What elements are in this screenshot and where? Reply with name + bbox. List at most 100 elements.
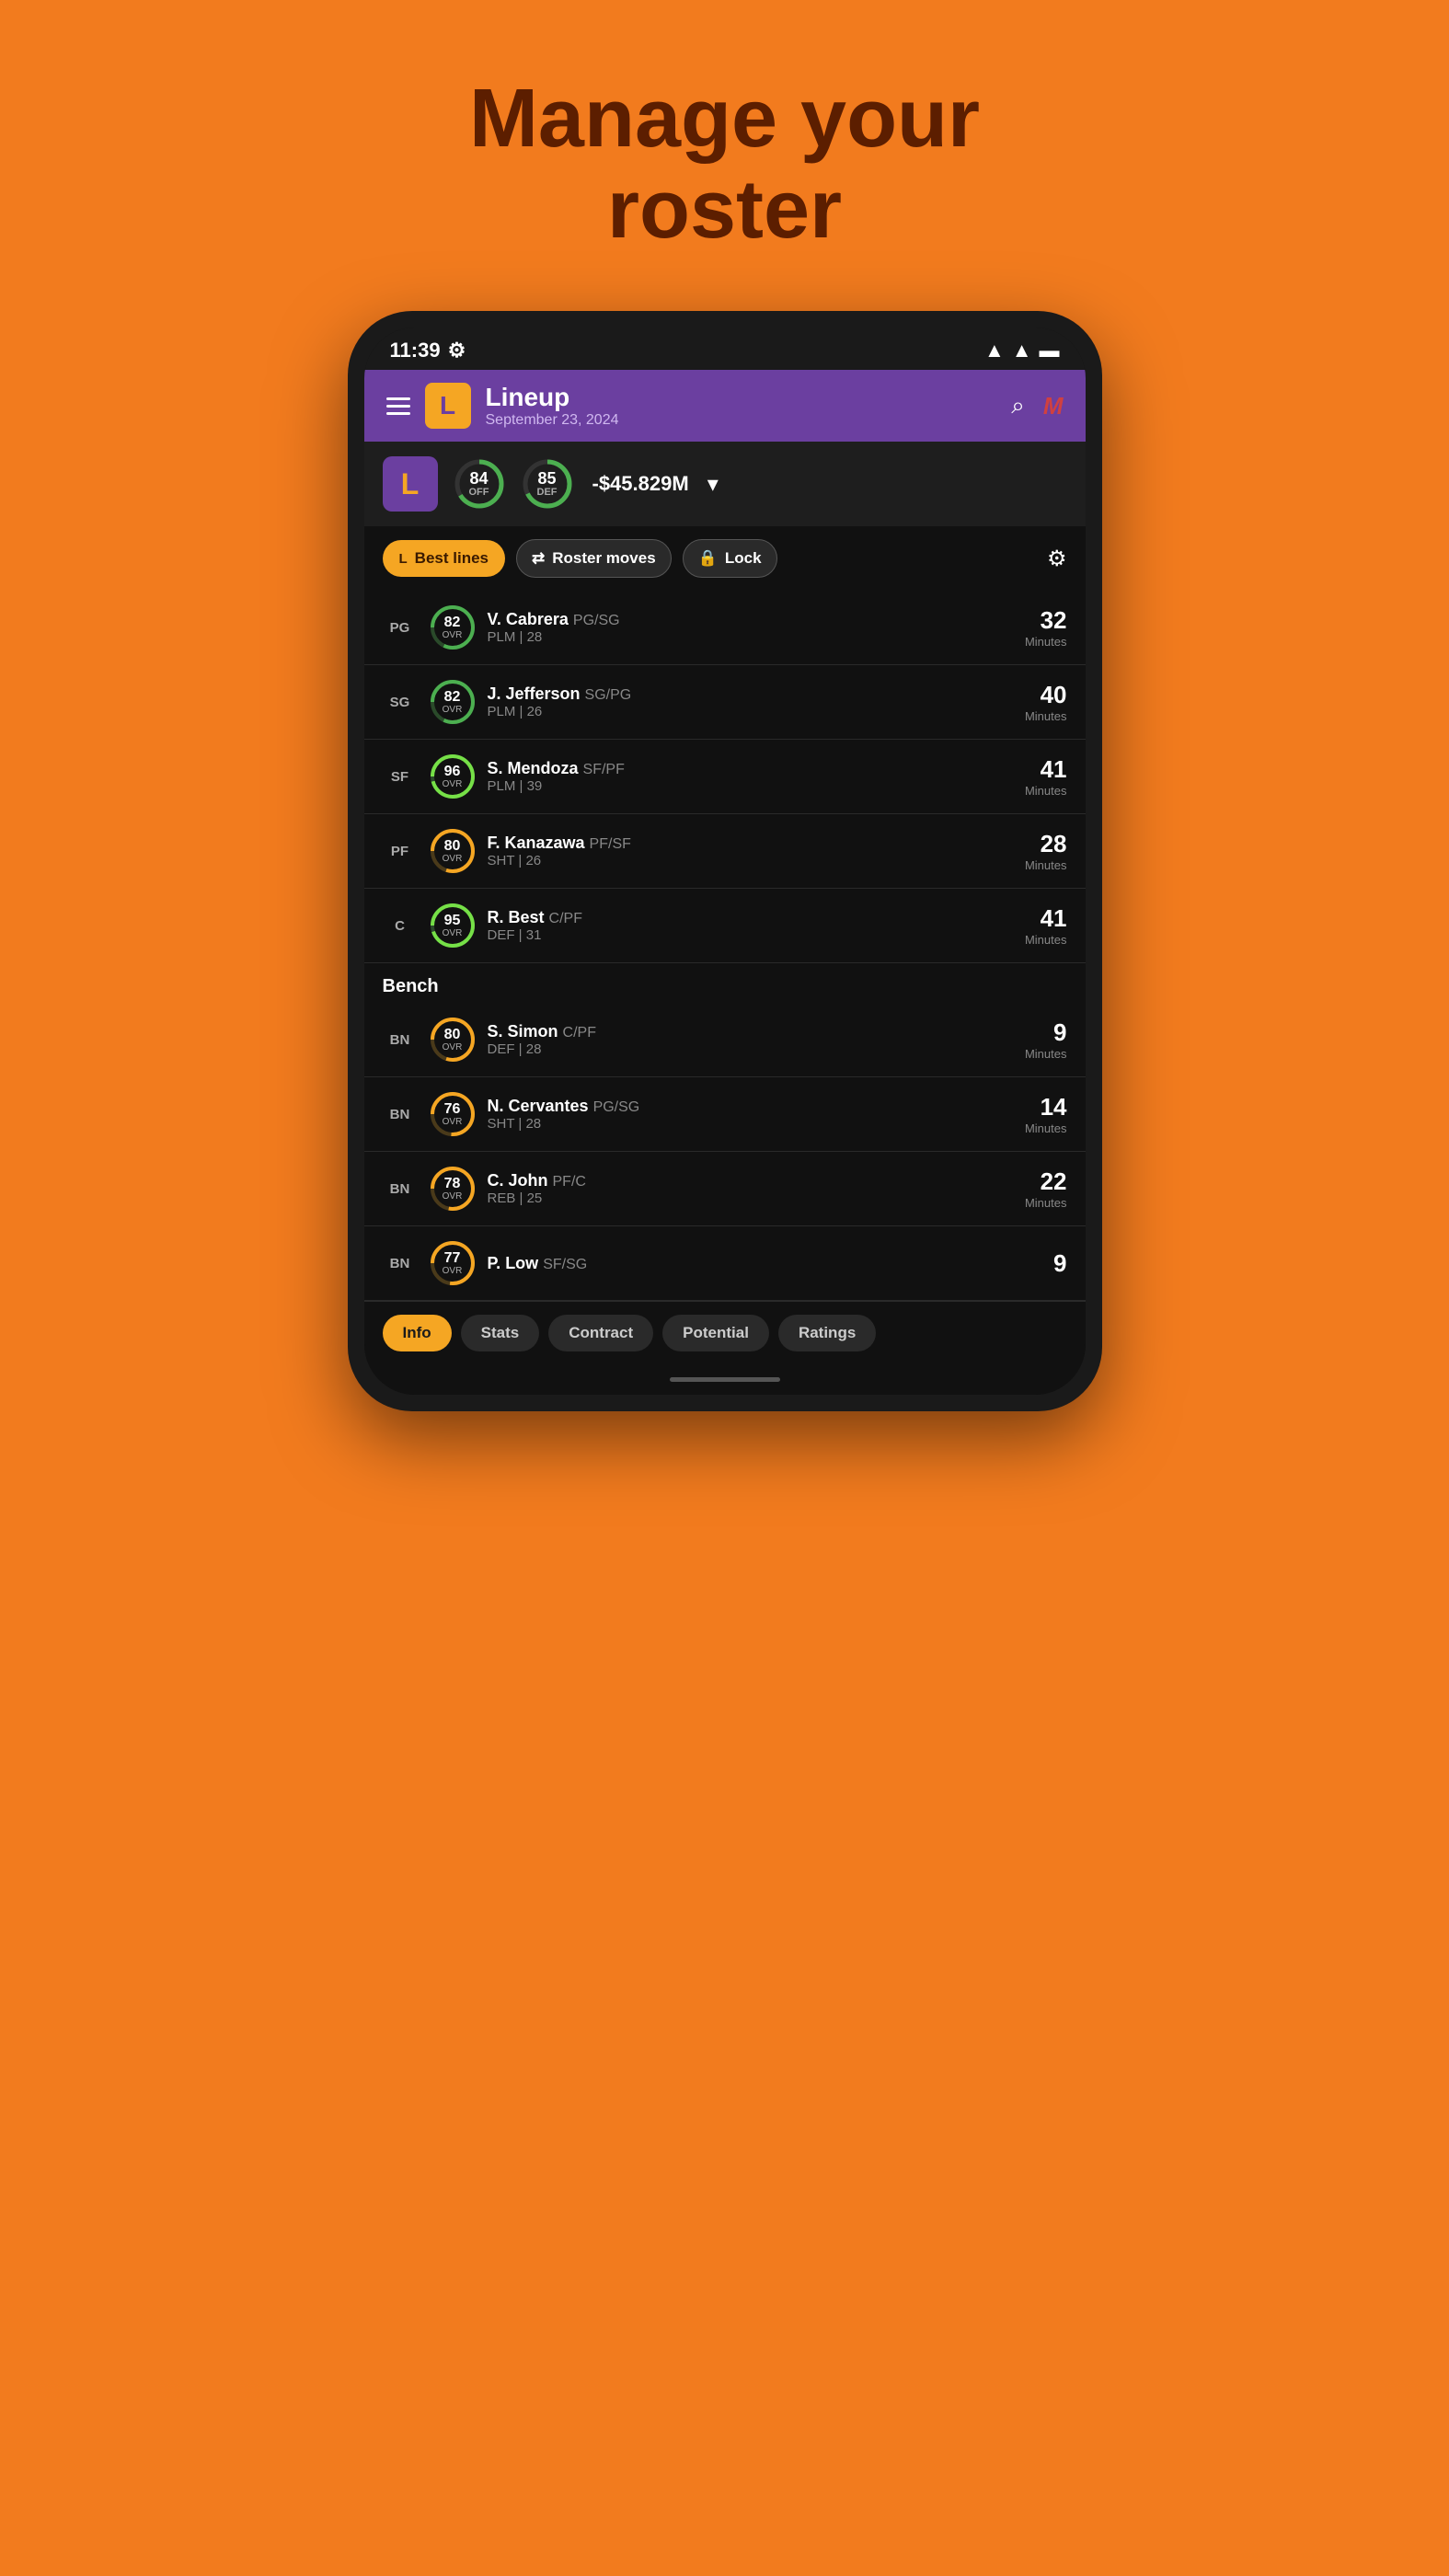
player-rating-circle: 80 OVR bbox=[429, 827, 477, 875]
minutes-num: 22 bbox=[1025, 1167, 1067, 1196]
minutes-num: 41 bbox=[1025, 904, 1067, 933]
player-rating-num: 77 bbox=[444, 1251, 461, 1266]
header-logo: L bbox=[425, 383, 471, 429]
minutes-num: 14 bbox=[1025, 1093, 1067, 1121]
player-info: S. Mendoza SF/PF PLM | 39 bbox=[488, 759, 1014, 794]
player-row[interactable]: BN 76 OVR N. Cervantes PG/SG SHT | 28 14 bbox=[364, 1077, 1086, 1152]
player-row[interactable]: BN 78 OVR C. John PF/C REB | 25 22 bbox=[364, 1152, 1086, 1226]
tab-contract[interactable]: Contract bbox=[548, 1315, 653, 1351]
home-bar bbox=[670, 1377, 780, 1382]
lock-icon: 🔒 bbox=[698, 549, 718, 568]
roster-moves-label: Roster moves bbox=[552, 549, 655, 568]
roster-moves-button[interactable]: ⇄ Roster moves bbox=[516, 539, 672, 578]
expand-icon[interactable]: ▾ bbox=[707, 471, 719, 498]
player-detail: PLM | 26 bbox=[488, 704, 1014, 719]
signal-icon: ▲ bbox=[1012, 339, 1032, 362]
player-ovr-label: OVR bbox=[443, 1117, 463, 1127]
player-list: PG 82 OVR V. Cabrera PG/SG PLM | 28 32 bbox=[364, 591, 1086, 1301]
player-detail: REB | 25 bbox=[488, 1190, 1014, 1206]
offense-rating-value: 84 bbox=[469, 470, 488, 487]
player-ovr-label: OVR bbox=[443, 1266, 463, 1276]
lock-label: Lock bbox=[725, 549, 762, 568]
tab-ratings[interactable]: Ratings bbox=[778, 1315, 876, 1351]
position-badge: PF bbox=[383, 844, 418, 859]
lock-button[interactable]: 🔒 Lock bbox=[683, 539, 777, 578]
player-row[interactable]: BN 80 OVR S. Simon C/PF DEF | 28 9 bbox=[364, 1003, 1086, 1077]
roster-moves-icon: ⇄ bbox=[532, 549, 545, 568]
defense-rating-circle: 85 DEF bbox=[521, 457, 574, 511]
player-ovr-label: OVR bbox=[443, 630, 463, 640]
player-detail: SHT | 28 bbox=[488, 1116, 1014, 1132]
tab-info[interactable]: Info bbox=[383, 1315, 452, 1351]
player-minutes: 41 Minutes bbox=[1025, 904, 1067, 947]
profile-icon[interactable]: M bbox=[1043, 392, 1064, 420]
defense-rating-label: DEF bbox=[537, 487, 558, 498]
position-badge: BN bbox=[383, 1032, 418, 1048]
player-minutes: 32 Minutes bbox=[1025, 606, 1067, 649]
minutes-label: Minutes bbox=[1025, 858, 1067, 872]
wifi-icon: ▲ bbox=[984, 339, 1005, 362]
team-summary: L 84 OFF 85 DEF bbox=[364, 442, 1086, 526]
offense-rating-circle: 84 OFF bbox=[453, 457, 506, 511]
minutes-label: Minutes bbox=[1025, 1047, 1067, 1061]
position-badge: SF bbox=[383, 769, 418, 785]
minutes-label: Minutes bbox=[1025, 709, 1067, 723]
tab-stats[interactable]: Stats bbox=[461, 1315, 540, 1351]
player-minutes: 22 Minutes bbox=[1025, 1167, 1067, 1210]
player-rating-circle: 96 OVR bbox=[429, 753, 477, 800]
player-row[interactable]: SG 82 OVR J. Jefferson SG/PG PLM | 26 40 bbox=[364, 665, 1086, 740]
player-name: C. John PF/C bbox=[488, 1171, 1014, 1190]
player-detail: DEF | 28 bbox=[488, 1041, 1014, 1057]
menu-icon[interactable] bbox=[386, 397, 410, 415]
player-rating-circle: 77 OVR bbox=[429, 1239, 477, 1287]
time-display: 11:39 bbox=[390, 339, 441, 362]
player-ovr-label: OVR bbox=[443, 1042, 463, 1052]
player-info: C. John PF/C REB | 25 bbox=[488, 1171, 1014, 1206]
player-row[interactable]: PF 80 OVR F. Kanazawa PF/SF SHT | 26 28 bbox=[364, 814, 1086, 889]
player-row-partial[interactable]: BN 77 OVR P. Low SF/SG bbox=[364, 1226, 1086, 1301]
minutes-num: 9 bbox=[1053, 1249, 1066, 1278]
player-name: F. Kanazawa PF/SF bbox=[488, 834, 1014, 853]
defense-rating-value: 85 bbox=[537, 470, 556, 487]
tab-potential[interactable]: Potential bbox=[662, 1315, 769, 1351]
best-lines-button[interactable]: L Best lines bbox=[383, 540, 505, 577]
player-row[interactable]: C 95 OVR R. Best C/PF DEF | 31 41 M bbox=[364, 889, 1086, 963]
player-rating-num: 78 bbox=[444, 1177, 461, 1191]
position-badge: BN bbox=[383, 1107, 418, 1122]
player-ovr-label: OVR bbox=[443, 779, 463, 789]
team-logo: L bbox=[383, 456, 438, 512]
player-rating-num: 80 bbox=[444, 1028, 461, 1042]
best-lines-logo: L bbox=[399, 551, 408, 567]
player-rating-circle: 78 OVR bbox=[429, 1165, 477, 1213]
player-row[interactable]: SF 96 OVR S. Mendoza SF/PF PLM | 39 41 bbox=[364, 740, 1086, 814]
player-rating-num: 96 bbox=[444, 765, 461, 779]
minutes-num: 28 bbox=[1025, 830, 1067, 858]
lineup-settings-icon[interactable]: ⚙ bbox=[1047, 546, 1067, 572]
player-info: N. Cervantes PG/SG SHT | 28 bbox=[488, 1097, 1014, 1132]
player-rating-circle: 95 OVR bbox=[429, 902, 477, 949]
player-minutes: 40 Minutes bbox=[1025, 681, 1067, 723]
position-badge: SG bbox=[383, 695, 418, 710]
player-info: S. Simon C/PF DEF | 28 bbox=[488, 1022, 1014, 1057]
search-icon[interactable]: ⌕ bbox=[1011, 391, 1025, 420]
player-info: R. Best C/PF DEF | 31 bbox=[488, 908, 1014, 943]
player-name: R. Best C/PF bbox=[488, 908, 1014, 927]
player-info: P. Low SF/SG bbox=[488, 1254, 1043, 1273]
title-line2: roster bbox=[607, 164, 842, 256]
player-rating-circle: 80 OVR bbox=[429, 1016, 477, 1064]
player-ovr-label: OVR bbox=[443, 705, 463, 715]
player-info: F. Kanazawa PF/SF SHT | 26 bbox=[488, 834, 1014, 868]
team-money: -$45.829M bbox=[592, 472, 689, 496]
status-icons-group: ▲ ▲ ▬ bbox=[984, 339, 1060, 362]
phone-device: 11:39 ⚙ ▲ ▲ ▬ L Lineup September 23, 202… bbox=[348, 311, 1102, 1411]
player-detail: PLM | 28 bbox=[488, 629, 1014, 645]
minutes-label: Minutes bbox=[1025, 933, 1067, 947]
minutes-label: Minutes bbox=[1025, 784, 1067, 798]
player-rating-circle: 82 OVR bbox=[429, 678, 477, 726]
player-row[interactable]: PG 82 OVR V. Cabrera PG/SG PLM | 28 32 bbox=[364, 591, 1086, 665]
player-info: V. Cabrera PG/SG PLM | 28 bbox=[488, 610, 1014, 645]
player-minutes: 41 Minutes bbox=[1025, 755, 1067, 798]
position-badge: BN bbox=[383, 1256, 418, 1271]
player-minutes: 28 Minutes bbox=[1025, 830, 1067, 872]
player-detail: PLM | 39 bbox=[488, 778, 1014, 794]
